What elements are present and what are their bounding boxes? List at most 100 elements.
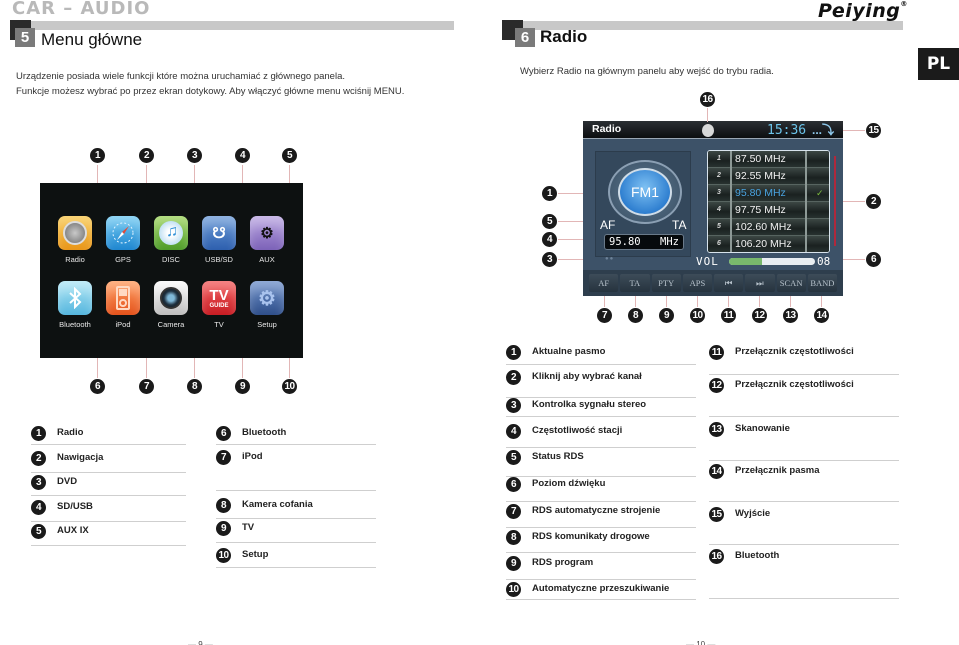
legend-label: Przełącznik częstotliwości bbox=[735, 346, 854, 357]
preset-item[interactable]: 4 97.75 MHz bbox=[708, 202, 829, 219]
callout-marker: 11 bbox=[721, 308, 736, 323]
leader-line bbox=[558, 193, 583, 194]
preset-frequency: 95.80 MHz bbox=[735, 187, 786, 199]
legend-row: 3 Kontrolka sygnału stereo bbox=[506, 396, 696, 417]
preset-item[interactable]: 2 92.55 MHz bbox=[708, 168, 829, 185]
preset-item[interactable]: 1 87.50 MHz bbox=[708, 151, 829, 168]
callout-marker: 2 bbox=[866, 194, 881, 209]
legend-row: 5 AUX IX bbox=[31, 522, 186, 546]
volume-fill bbox=[729, 258, 762, 265]
legend-label: TV bbox=[242, 522, 255, 533]
callout-marker: 6 bbox=[506, 477, 521, 492]
bluetooth-icon bbox=[58, 281, 92, 315]
app-aux[interactable]: ⚙ AUX bbox=[245, 216, 289, 264]
app-gps[interactable]: GPS bbox=[101, 216, 145, 264]
usb-icon: ☋ bbox=[202, 216, 236, 250]
section-number: 6 bbox=[515, 28, 535, 47]
legend-label: Status RDS bbox=[532, 451, 584, 462]
app-label: Radio bbox=[65, 255, 85, 264]
aps-button[interactable]: APS bbox=[682, 274, 712, 292]
callout-marker: 1 bbox=[506, 345, 521, 360]
bluetooth-status-icon[interactable] bbox=[702, 124, 714, 137]
band-button[interactable]: BAND bbox=[807, 274, 837, 292]
app-label: DISC bbox=[162, 255, 180, 264]
preset-item[interactable]: 5 102.60 MHz bbox=[708, 219, 829, 236]
legend-row: 1 Aktualne pasmo bbox=[506, 343, 696, 365]
section-number: 5 bbox=[15, 28, 35, 47]
band-button[interactable]: FM1 bbox=[618, 168, 672, 216]
intro-text-left: Urządzenie posiada wiele funkcji które m… bbox=[16, 69, 404, 99]
leader-line bbox=[666, 296, 667, 307]
legend-label: RDS program bbox=[532, 557, 594, 568]
callout-marker: 8 bbox=[506, 530, 521, 545]
callout-marker: 1 bbox=[90, 148, 105, 163]
legend-label: Wyjście bbox=[735, 508, 771, 519]
legend-label: Bluetooth bbox=[735, 550, 780, 561]
preset-frequency: 106.20 MHz bbox=[735, 238, 792, 250]
callout-marker: 2 bbox=[506, 370, 521, 385]
legend-label: iPod bbox=[242, 451, 263, 462]
legend-label: Skanowanie bbox=[735, 423, 790, 434]
app-disc[interactable]: ♫ DISC bbox=[149, 216, 193, 264]
app-ipod[interactable]: iPod bbox=[101, 281, 145, 329]
legend-label: Radio bbox=[57, 427, 84, 438]
tv-icon-subtext: GUIDE bbox=[209, 302, 229, 309]
dash: — bbox=[686, 640, 697, 645]
leader-line bbox=[843, 259, 865, 260]
leader-line bbox=[604, 296, 605, 307]
legend-row: 4 SD/USB bbox=[31, 498, 186, 522]
callout-marker: 13 bbox=[709, 422, 724, 437]
legend-row: 12 Przełącznik częstotliwości bbox=[709, 376, 899, 417]
legend-label: RDS automatyczne strojenie bbox=[532, 505, 661, 516]
preset-frequency: 87.50 MHz bbox=[735, 153, 786, 165]
app-radio[interactable]: Radio bbox=[53, 216, 97, 264]
app-camera[interactable]: Camera bbox=[149, 281, 193, 329]
preset-number: 3 bbox=[717, 189, 721, 196]
app-tv[interactable]: TV GUIDE TV bbox=[197, 281, 241, 329]
callout-marker: 7 bbox=[597, 308, 612, 323]
ta-button[interactable]: TA bbox=[620, 274, 650, 292]
prev-button[interactable]: ⏮ bbox=[714, 274, 744, 292]
callout-marker: 6 bbox=[216, 426, 231, 441]
app-usb-sd[interactable]: ☋ USB/SD bbox=[197, 216, 241, 264]
legend-label: Kamera cofania bbox=[242, 499, 313, 510]
app-label: USB/SD bbox=[205, 255, 233, 264]
callout-marker: 8 bbox=[628, 308, 643, 323]
leader-line bbox=[697, 296, 698, 307]
callout-marker: 8 bbox=[187, 379, 202, 394]
radio-title: Radio bbox=[592, 123, 622, 135]
callout-marker: 9 bbox=[235, 379, 250, 394]
preset-list: 1 87.50 MHz 2 92.55 MHz 3 95.80 MHz ✓ 4 97.75 MH… bbox=[707, 150, 830, 253]
preset-item[interactable]: 3 95.80 MHz ✓ bbox=[708, 185, 829, 202]
music-disc-icon: ♫ bbox=[154, 216, 188, 250]
section-bar-left bbox=[22, 21, 454, 30]
band-panel: FM1 AF TA 95.80 MHz bbox=[595, 151, 691, 257]
ta-indicator: TA bbox=[672, 218, 687, 232]
preset-frequency: 97.75 MHz bbox=[735, 204, 786, 216]
legend-row: 8 RDS komunikaty drogowe bbox=[506, 528, 696, 553]
legend-row: 4 Częstotliwość stacji bbox=[506, 422, 696, 448]
callout-marker: 3 bbox=[542, 252, 557, 267]
preset-item[interactable]: 6 106.20 MHz bbox=[708, 236, 829, 252]
callout-marker: 5 bbox=[31, 524, 46, 539]
leader-line bbox=[558, 259, 583, 260]
back-icon[interactable]: ...⤵ bbox=[812, 121, 834, 138]
app-setup[interactable]: ⚙ Setup bbox=[245, 281, 289, 329]
preset-scrollbar[interactable] bbox=[834, 156, 836, 246]
legend-label: Setup bbox=[242, 549, 269, 560]
legend-row: 7 RDS automatyczne strojenie bbox=[506, 502, 696, 528]
check-icon: ✓ bbox=[816, 188, 824, 198]
volume-value: 08 bbox=[817, 255, 831, 268]
next-button[interactable]: ⏭ bbox=[745, 274, 775, 292]
callout-marker: 1 bbox=[31, 426, 46, 441]
app-bluetooth[interactable]: Bluetooth bbox=[53, 281, 97, 329]
volume-slider[interactable] bbox=[729, 258, 815, 265]
af-button[interactable]: AF bbox=[589, 274, 619, 292]
scan-button[interactable]: SCAN bbox=[776, 274, 806, 292]
legend-row: 11 Przełącznik częstotliwości bbox=[709, 343, 899, 375]
app-label: TV bbox=[214, 320, 224, 329]
preset-divider bbox=[805, 151, 807, 252]
callout-marker: 11 bbox=[709, 345, 724, 360]
pty-button[interactable]: PTY bbox=[651, 274, 681, 292]
frequency-unit: MHz bbox=[660, 236, 679, 248]
